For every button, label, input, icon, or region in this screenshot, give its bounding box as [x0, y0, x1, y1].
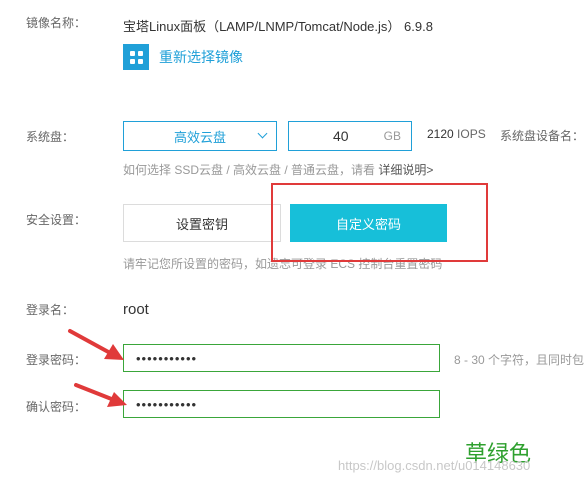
reselect-image-button[interactable]: 重新选择镜像 — [123, 44, 243, 70]
password-input[interactable]: ••••••••••• — [123, 344, 440, 372]
password-rule-hint: 8 - 30 个字符，且同时包 — [454, 353, 585, 367]
disk-help-text: 如何选择 SSD云盘 / 高效云盘 / 普通云盘，请看 详细说明> — [123, 161, 433, 178]
watermark-text: https://blog.csdn.net/u014148630 — [338, 458, 531, 473]
iops-value: 2120 — [427, 127, 454, 141]
disk-help-sentence: 如何选择 SSD云盘 / 高效云盘 / 普通云盘，请看 — [123, 163, 376, 177]
annotation-arrow-icon — [68, 329, 124, 360]
disk-device-name-label: 系统盘设备名： — [500, 129, 585, 143]
iops-readout: 2120 IOPS — [427, 127, 486, 141]
security-label: 安全设置： — [26, 213, 87, 227]
confirm-password-input[interactable]: ••••••••••• — [123, 390, 440, 418]
login-name-value: root — [123, 301, 149, 318]
disk-type-select[interactable]: 高效云盘 — [123, 121, 277, 151]
login-name-label: 登录名： — [26, 303, 75, 317]
grid-icon — [123, 44, 149, 70]
disk-size-input[interactable]: 40 GB — [288, 121, 412, 151]
annotation-arrow-icon — [74, 383, 127, 407]
disk-size-value: 40 — [333, 128, 349, 144]
set-key-button[interactable]: 设置密钥 — [123, 204, 281, 242]
image-name-label: 镜像名称： — [26, 16, 87, 30]
disk-size-unit: GB — [383, 129, 401, 143]
system-disk-label: 系统盘： — [26, 130, 75, 144]
disk-help-link[interactable]: 详细说明> — [378, 163, 433, 177]
reselect-image-label: 重新选择镜像 — [159, 49, 243, 65]
annotation-highlight-box — [271, 183, 488, 262]
chevron-down-icon — [257, 128, 268, 139]
disk-type-value: 高效云盘 — [173, 129, 226, 145]
image-name-value: 宝塔Linux面板（LAMP/LNMP/Tomcat/Node.js） 6.9.… — [123, 19, 433, 34]
iops-unit: IOPS — [457, 127, 486, 141]
